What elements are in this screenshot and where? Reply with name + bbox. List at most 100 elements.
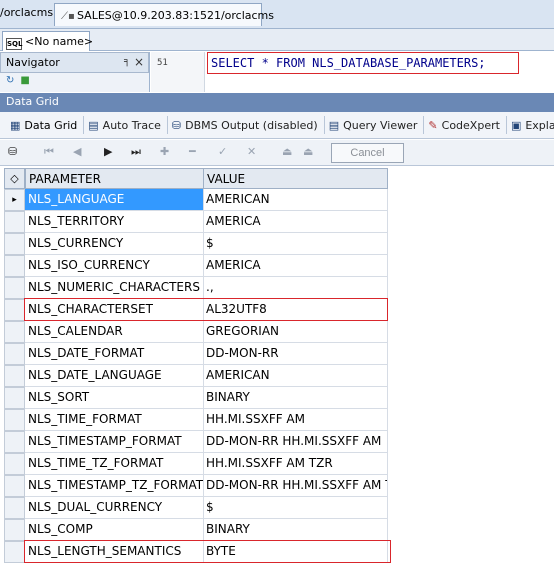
cell-parameter[interactable]: NLS_NUMERIC_CHARACTERS	[25, 277, 204, 299]
row-indicator[interactable]	[4, 277, 25, 299]
cell-parameter[interactable]: NLS_CHARACTERSET	[25, 299, 204, 321]
connection-tab-label: SALES@10.9.203.83:1521/orclacms	[77, 9, 275, 22]
line-number: 51	[157, 58, 168, 68]
cell-value[interactable]: .,	[203, 277, 388, 299]
cancel-button[interactable]: Cancel	[331, 143, 404, 163]
codexpert-icon: ✎	[428, 118, 438, 132]
cell-parameter[interactable]: NLS_CURRENCY	[25, 233, 204, 255]
cell-parameter[interactable]: NLS_COMP	[25, 519, 204, 541]
row-indicator[interactable]	[4, 299, 25, 321]
database-icon: ⛁	[171, 118, 182, 132]
data-grid-title: Data Grid	[0, 93, 554, 112]
next-record-icon[interactable]: ▶	[104, 145, 112, 158]
document-tab-bar: SQL <No name>	[0, 29, 554, 51]
row-indicator[interactable]	[4, 233, 25, 255]
cell-parameter[interactable]: NLS_TIME_FORMAT	[25, 409, 204, 431]
refresh-icon[interactable]: ↻	[6, 75, 14, 86]
tab-dbms-output[interactable]: ⛁ DBMS Output (disabled)	[168, 116, 325, 134]
document-tab-label: <No name>	[25, 35, 94, 48]
row-indicator[interactable]	[4, 475, 25, 497]
cell-value[interactable]: BINARY	[203, 519, 388, 541]
editor-gutter: 51	[151, 52, 205, 92]
row-indicator[interactable]	[4, 321, 25, 343]
cell-value[interactable]: AL32UTF8	[203, 299, 388, 321]
cell-value[interactable]: $	[203, 233, 388, 255]
insert-record-icon[interactable]: ✚	[160, 145, 169, 158]
cell-value[interactable]: AMERICAN	[203, 189, 388, 211]
cell-value[interactable]: $	[203, 497, 388, 519]
first-record-icon[interactable]: ⏮	[44, 145, 54, 159]
row-indicator[interactable]	[4, 409, 25, 431]
tab-query-viewer[interactable]: ▤ Query Viewer	[325, 116, 425, 134]
cell-value[interactable]: AMERICA	[203, 255, 388, 277]
pin-icon[interactable]: ╕	[124, 56, 130, 67]
connection-tab-active[interactable]: ⟋▪ SALES@10.9.203.83:1521/orclacms	[54, 3, 274, 26]
row-indicator[interactable]: ▸	[4, 189, 25, 211]
cell-parameter[interactable]: NLS_TERRITORY	[25, 211, 204, 233]
connection-tab-previous[interactable]: /orclacms	[0, 6, 53, 19]
cell-value[interactable]: AMERICAN	[203, 365, 388, 387]
row-indicator[interactable]	[4, 453, 25, 475]
row-indicator[interactable]	[4, 211, 25, 233]
sql-editor[interactable]: SELECT * FROM NLS_DATABASE_PARAMETERS;	[205, 52, 554, 92]
grid-options-icon[interactable]: ⛁	[8, 145, 17, 158]
cell-value[interactable]: HH.MI.SSXFF AM TZR	[203, 453, 388, 475]
navigator-title: Navigator	[6, 56, 60, 69]
cell-value[interactable]: DD-MON-RR	[203, 343, 388, 365]
tab-auto-trace[interactable]: ▤ Auto Trace	[84, 116, 168, 134]
cell-parameter[interactable]: NLS_TIME_TZ_FORMAT	[25, 453, 204, 475]
row-indicator[interactable]	[4, 387, 25, 409]
document-icon: ▤	[88, 118, 99, 132]
cell-parameter[interactable]: NLS_LANGUAGE	[25, 189, 204, 211]
cell-value[interactable]: BINARY	[203, 387, 388, 409]
sql-file-icon: SQL	[6, 38, 23, 50]
cell-value[interactable]: HH.MI.SSXFF AM	[203, 409, 388, 431]
cell-value[interactable]: GREGORIAN	[203, 321, 388, 343]
cell-value[interactable]: DD-MON-RR HH.MI.SSXFF AM TZR	[203, 475, 388, 497]
row-indicator[interactable]	[4, 343, 25, 365]
cell-parameter[interactable]: NLS_DUAL_CURRENCY	[25, 497, 204, 519]
row-indicator[interactable]	[4, 519, 25, 541]
row-indicator[interactable]	[4, 497, 25, 519]
cell-parameter[interactable]: NLS_LENGTH_SEMANTICS	[25, 541, 204, 563]
row-indicator[interactable]	[4, 365, 25, 387]
column-header-parameter[interactable]: PARAMETER	[25, 168, 204, 189]
sql-statement[interactable]: SELECT * FROM NLS_DATABASE_PARAMETERS;	[207, 52, 519, 74]
tab-explain[interactable]: ▣Explain	[507, 116, 554, 134]
post-edit-icon[interactable]: ✓	[218, 145, 227, 158]
tab-data-grid[interactable]: ▦ Data Grid	[6, 116, 85, 134]
grid-toolbar: ⛁ ⏮ ◀ ▶ ⏭ ✚ ━ ✓ ✕ ⏏ ⏏ Cancel	[0, 140, 554, 166]
cell-parameter[interactable]: NLS_DATE_FORMAT	[25, 343, 204, 365]
row-indicator[interactable]	[4, 255, 25, 277]
tab-codexpert[interactable]: ✎ CodeXpert	[424, 116, 507, 134]
cell-parameter[interactable]: NLS_TIMESTAMP_FORMAT	[25, 431, 204, 453]
last-record-icon[interactable]: ⏭	[131, 145, 141, 159]
result-tabs: ▦ Data Grid ▤ Auto Trace ⛁ DBMS Output (dis…	[0, 112, 554, 139]
cell-parameter[interactable]: NLS_SORT	[25, 387, 204, 409]
delete-record-icon[interactable]: ━	[189, 145, 196, 158]
grid-corner-icon[interactable]: ◇	[4, 168, 25, 189]
cancel-edit-icon[interactable]: ✕	[247, 145, 256, 158]
connection-tab-bar: /orclacms ⟋▪ SALES@10.9.203.83:1521/orcla…	[0, 0, 554, 29]
connection-icon: ⟋▪	[61, 11, 75, 22]
filter-icon[interactable]: ■	[20, 75, 29, 86]
cell-parameter[interactable]: NLS_TIMESTAMP_TZ_FORMAT	[25, 475, 204, 497]
row-indicator[interactable]	[4, 541, 25, 563]
prior-record-icon[interactable]: ◀	[73, 145, 81, 158]
cell-parameter[interactable]: NLS_DATE_LANGUAGE	[25, 365, 204, 387]
cell-parameter[interactable]: NLS_ISO_CURRENCY	[25, 255, 204, 277]
cell-parameter[interactable]: NLS_CALENDAR	[25, 321, 204, 343]
upload-icon[interactable]: ⏏	[282, 145, 292, 158]
navigator-toolbar: ↻ ■	[0, 73, 149, 86]
row-indicator[interactable]	[4, 431, 25, 453]
upload-all-icon[interactable]: ⏏	[303, 145, 313, 158]
grid-icon: ▦	[10, 118, 21, 132]
cell-value[interactable]: AMERICA	[203, 211, 388, 233]
explain-icon: ▣	[510, 118, 522, 132]
navigator-panel: Navigator ╕ × ↻ ■	[0, 52, 150, 92]
cell-value[interactable]: DD-MON-RR HH.MI.SSXFF AM	[203, 431, 388, 453]
column-header-value[interactable]: VALUE	[203, 168, 388, 189]
close-icon[interactable]: ×	[134, 55, 144, 69]
document-tab[interactable]: SQL <No name>	[2, 31, 94, 51]
cell-value[interactable]: BYTE	[203, 541, 388, 563]
